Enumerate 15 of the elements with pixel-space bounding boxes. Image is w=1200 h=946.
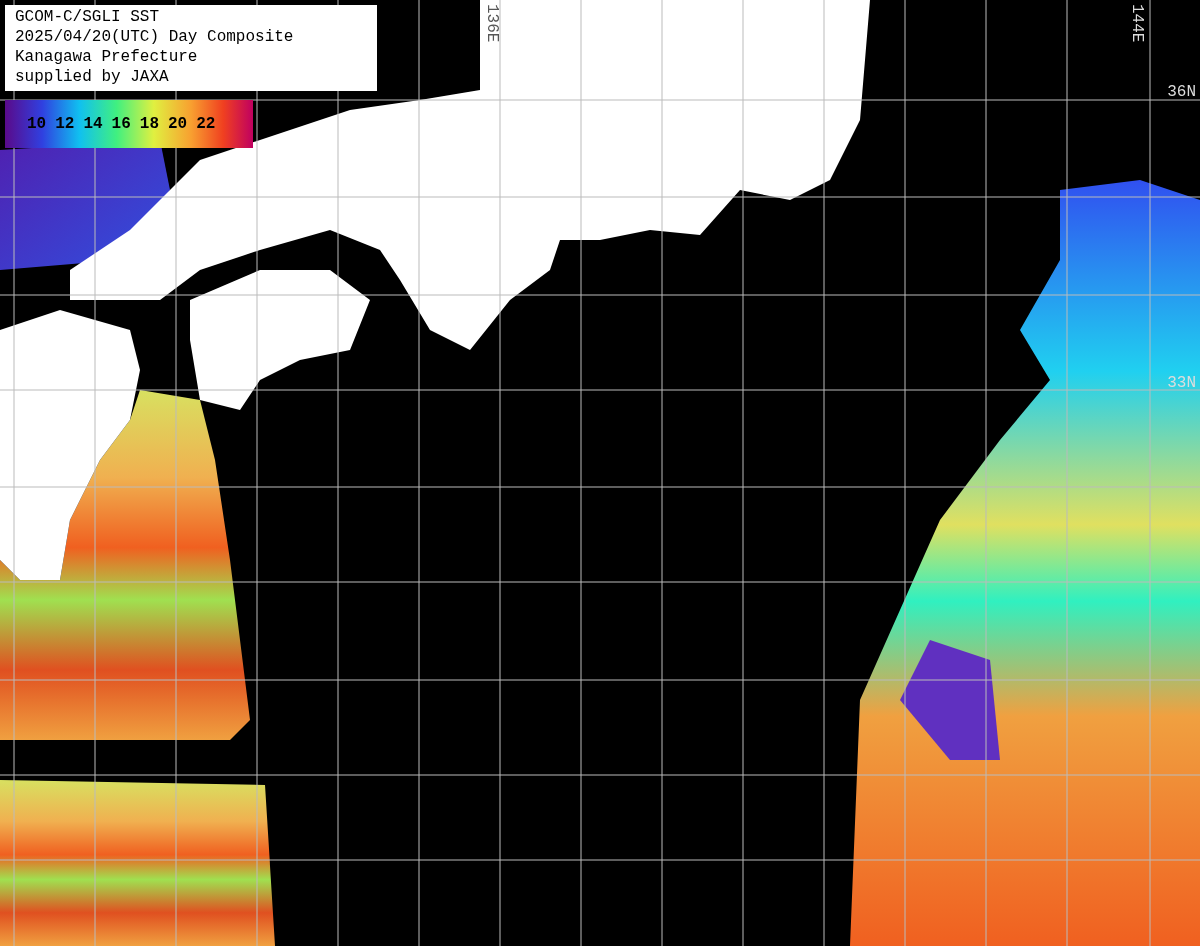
- info-text: supplied by JAXA: [15, 67, 170, 87]
- scale-value: 10: [27, 115, 47, 133]
- info-text: Kanagawa Prefecture: [15, 47, 199, 67]
- scale-value: 16: [111, 115, 131, 133]
- longitude-label: 144E: [1128, 4, 1146, 43]
- latitude-label: 36N: [1167, 83, 1196, 101]
- scale-value: 12: [55, 115, 75, 133]
- scale-value: 18: [139, 115, 159, 133]
- longitude-label: 136E: [483, 4, 501, 43]
- latitude-label: 33N: [1167, 374, 1196, 392]
- info-text: GCOM-C/SGLI SST: [15, 7, 161, 27]
- scale-value: 14: [83, 115, 103, 133]
- scale-value: 20: [168, 115, 188, 133]
- info-text: 2025/04/20(UTC) Day Composite: [15, 27, 295, 47]
- scale-value: 22: [196, 115, 216, 133]
